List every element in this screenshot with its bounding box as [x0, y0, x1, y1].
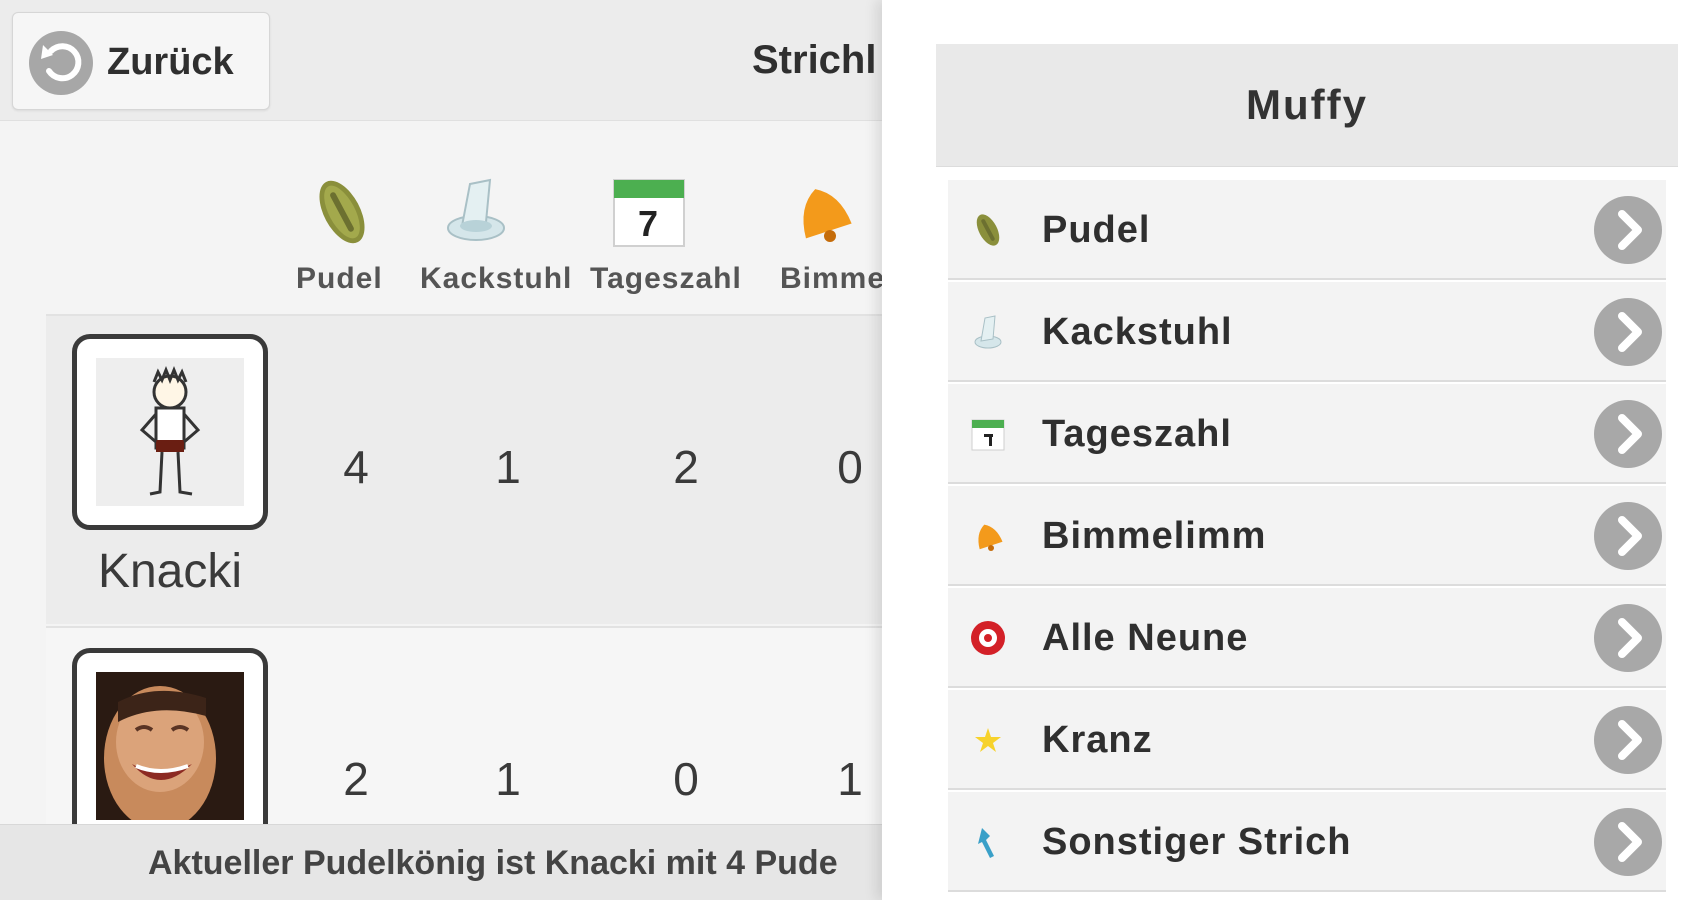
menu-item-sonstiger-strich[interactable]: Sonstiger Strich [948, 792, 1666, 892]
page-title: Strichl [752, 38, 877, 82]
menu-item-kackstuhl[interactable]: Kackstuhl [948, 282, 1666, 382]
score-kackstuhl: 1 [495, 753, 521, 805]
back-arrow-icon [29, 31, 93, 95]
score-pudel: 4 [343, 441, 369, 493]
pudel-icon [968, 210, 1008, 250]
menu-item-label: Pudel [1042, 209, 1151, 251]
pudel-king-status: Aktueller Pudelkönig ist Knacki mit 4 Pu… [148, 844, 838, 882]
star-icon [968, 720, 1008, 760]
panel-title: Muffy [936, 44, 1678, 167]
score-pudel: 2 [343, 753, 369, 805]
menu-item-label: Sonstiger Strich [1042, 821, 1352, 863]
toilet-icon [968, 312, 1008, 352]
chevron-right-icon[interactable] [1594, 808, 1662, 876]
column-label-bimme: Bimme [780, 262, 882, 295]
bell-icon [968, 516, 1008, 556]
footer-bar: Aktueller Pudelkönig ist Knacki mit 4 Pu… [0, 824, 882, 900]
calendar-icon [968, 414, 1008, 454]
score-bimmelimm: 0 [837, 441, 863, 493]
chevron-right-icon[interactable] [1594, 604, 1662, 672]
menu-item-bimmelimm[interactable]: Bimmelimm [948, 486, 1666, 586]
chevron-right-icon[interactable] [1594, 502, 1662, 570]
menu-item-label: Kackstuhl [1042, 311, 1233, 353]
menu-item-tageszahl[interactable]: Tageszahl [948, 384, 1666, 484]
bell-icon [782, 170, 866, 254]
menu-item-alle-neune[interactable]: Alle Neune [948, 588, 1666, 688]
player-menu-panel: Muffy Pudel Kackstuhl Tageszahl Bimmelim [882, 0, 1700, 900]
avatar[interactable] [72, 648, 268, 844]
stick-figure-avatar [96, 358, 244, 506]
menu-item-label: Tageszahl [1042, 413, 1232, 455]
score-tageszahl: 0 [673, 753, 699, 805]
chevron-right-icon[interactable] [1594, 400, 1662, 468]
player-name: Knacki [97, 545, 243, 598]
menu-item-kranz[interactable]: Kranz [948, 690, 1666, 790]
column-label-tageszahl: Tageszahl [590, 262, 742, 295]
chevron-right-icon[interactable] [1594, 706, 1662, 774]
menu-item-pudel[interactable]: Pudel [948, 180, 1666, 280]
toilet-icon [436, 170, 520, 254]
pin-icon [968, 822, 1008, 862]
photo-avatar [96, 672, 244, 820]
chevron-right-icon[interactable] [1594, 196, 1662, 264]
score-page: Zurück Strichl Pudel Kackstuhl 7 Tagesza… [0, 0, 882, 900]
column-label-pudel: Pudel [296, 262, 383, 295]
score-tageszahl: 2 [673, 441, 699, 493]
menu-item-label: Alle Neune [1042, 617, 1249, 659]
menu-item-label: Bimmelimm [1042, 515, 1267, 557]
avatar[interactable] [72, 334, 268, 530]
target-icon [968, 618, 1008, 658]
score-kackstuhl: 1 [495, 441, 521, 493]
svg-text:7: 7 [638, 203, 658, 244]
back-button-label: Zurück [107, 41, 234, 83]
chevron-right-icon[interactable] [1594, 298, 1662, 366]
column-label-kackstuhl: Kackstuhl [420, 262, 573, 295]
header-bar: Zurück Strichl [0, 0, 882, 121]
back-button[interactable]: Zurück [12, 12, 270, 110]
menu-item-label: Kranz [1042, 719, 1153, 761]
calendar-icon: 7 [608, 170, 692, 254]
pudel-icon [300, 170, 384, 254]
score-bimmelimm: 1 [837, 753, 863, 805]
